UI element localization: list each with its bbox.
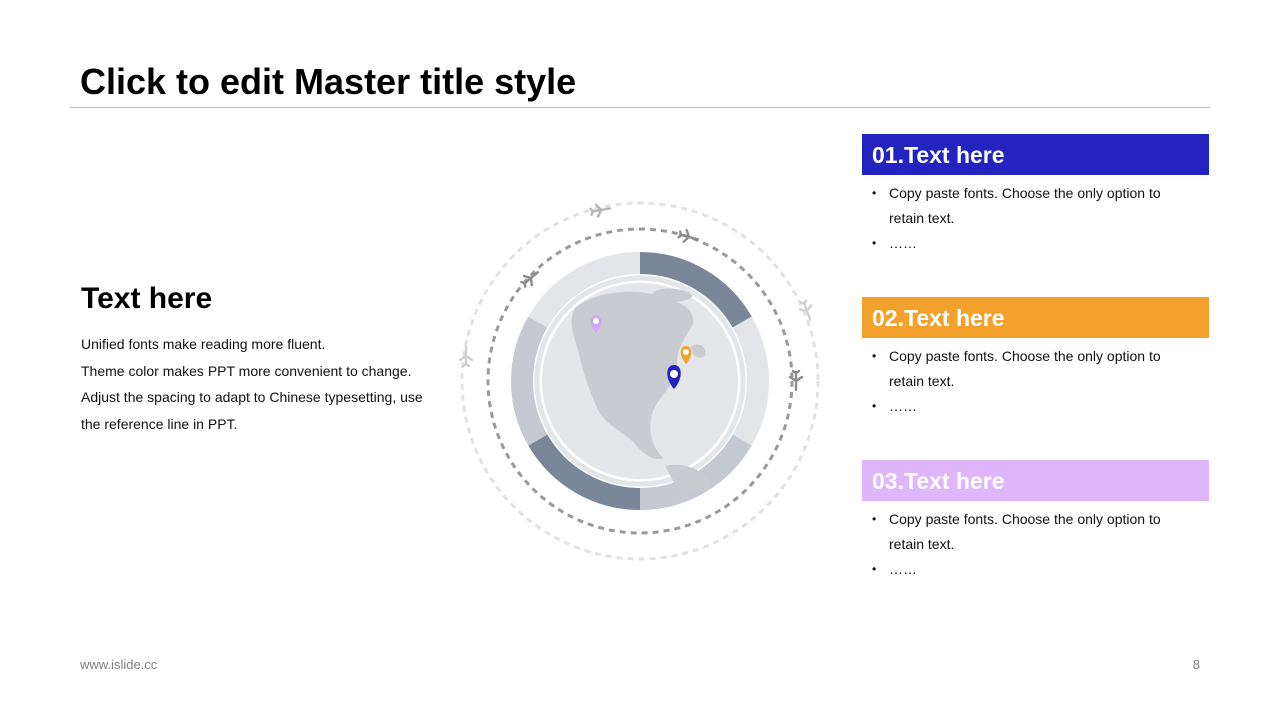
plane-icon	[798, 299, 813, 321]
bullet-item: ……	[862, 231, 1209, 256]
card-title: 01.Text here	[862, 134, 1209, 175]
card-bullets: Copy paste fonts. Choose the only option…	[862, 507, 1209, 582]
body-line: Unified fonts make reading more fluent.	[81, 336, 326, 352]
body-line: Theme color makes PPT more convenient to…	[81, 362, 412, 379]
world-ring-graphic	[458, 201, 820, 561]
info-card-1: 01.Text here Copy paste fonts. Choose th…	[862, 134, 1209, 256]
info-card-2: 02.Text here Copy paste fonts. Choose th…	[862, 297, 1209, 419]
card-title: 03.Text here	[862, 460, 1209, 501]
card-bullets: Copy paste fonts. Choose the only option…	[862, 181, 1209, 256]
left-body-text: Unified fonts make reading more fluent. …	[81, 331, 441, 437]
plane-icon	[520, 271, 540, 288]
card-bullets: Copy paste fonts. Choose the only option…	[862, 344, 1209, 419]
title-divider	[70, 107, 1210, 108]
bullet-item: Copy paste fonts. Choose the only option…	[862, 507, 1209, 557]
info-card-3: 03.Text here Copy paste fonts. Choose th…	[862, 460, 1209, 582]
plane-icon	[677, 228, 699, 243]
bullet-item: ……	[862, 394, 1209, 419]
page-number: 8	[1192, 657, 1200, 672]
bullet-item: Copy paste fonts. Choose the only option…	[862, 344, 1209, 394]
left-heading: Text here	[81, 282, 213, 315]
slide-title: Click to edit Master title style	[80, 61, 577, 102]
card-title: 02.Text here	[862, 297, 1209, 338]
body-line: the reference line in PPT.	[81, 415, 238, 432]
body-line: Adjust the spacing to adapt to Chinese t…	[81, 389, 423, 405]
bullet-item: Copy paste fonts. Choose the only option…	[862, 181, 1209, 231]
footer-url: www.islide.cc	[80, 657, 158, 672]
bullet-item: ……	[862, 557, 1209, 582]
